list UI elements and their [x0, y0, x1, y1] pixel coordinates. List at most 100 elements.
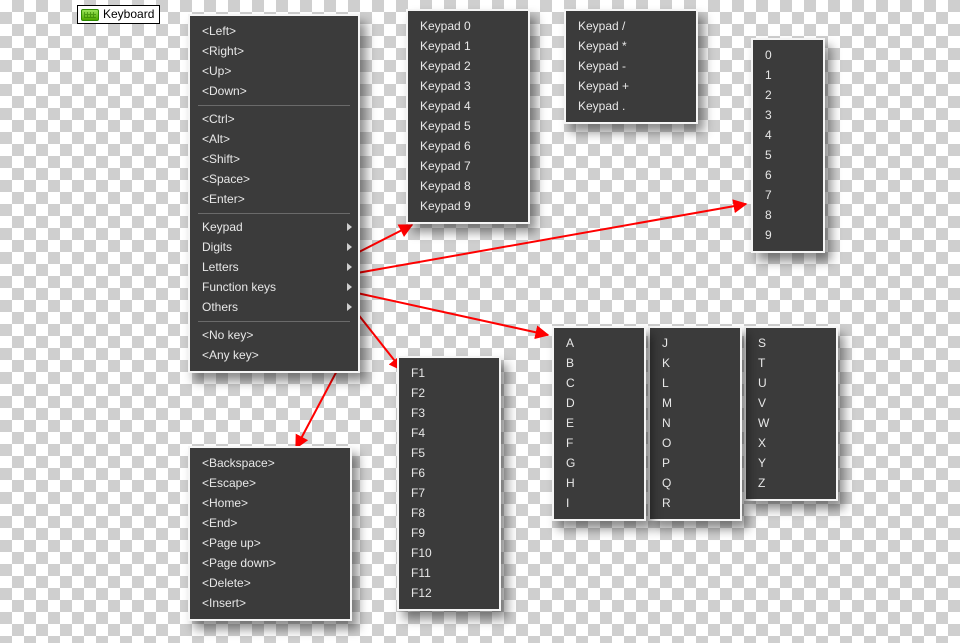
digit-2[interactable]: 2	[753, 85, 823, 105]
keypad-dot[interactable]: Keypad .	[566, 96, 696, 116]
digit-0[interactable]: 0	[753, 45, 823, 65]
letter-s[interactable]: S	[746, 333, 836, 353]
letter-k[interactable]: K	[650, 353, 740, 373]
menu-item-label: F4	[411, 426, 425, 440]
letter-i[interactable]: I	[554, 493, 644, 513]
digit-9[interactable]: 9	[753, 225, 823, 245]
menu-item-space[interactable]: <Space>	[190, 169, 358, 189]
letter-e[interactable]: E	[554, 413, 644, 433]
menu-item-shift[interactable]: <Shift>	[190, 149, 358, 169]
letter-r[interactable]: R	[650, 493, 740, 513]
menu-item-label: D	[566, 396, 575, 410]
others-submenu: <Backspace> <Escape> <Home> <End> <Page …	[188, 446, 352, 621]
letter-u[interactable]: U	[746, 373, 836, 393]
menu-item-no-key[interactable]: <No key>	[190, 325, 358, 345]
letter-c[interactable]: C	[554, 373, 644, 393]
fkey-f3[interactable]: F3	[399, 403, 499, 423]
keypad-0[interactable]: Keypad 0	[408, 16, 528, 36]
menu-item-enter[interactable]: <Enter>	[190, 189, 358, 209]
letter-g[interactable]: G	[554, 453, 644, 473]
letter-a[interactable]: A	[554, 333, 644, 353]
digit-7[interactable]: 7	[753, 185, 823, 205]
menu-item-label: F	[566, 436, 573, 450]
digit-5[interactable]: 5	[753, 145, 823, 165]
keypad-mul[interactable]: Keypad *	[566, 36, 696, 56]
letter-o[interactable]: O	[650, 433, 740, 453]
other-home[interactable]: <Home>	[190, 493, 350, 513]
letter-f[interactable]: F	[554, 433, 644, 453]
fkey-f2[interactable]: F2	[399, 383, 499, 403]
fkey-f4[interactable]: F4	[399, 423, 499, 443]
letter-p[interactable]: P	[650, 453, 740, 473]
fkey-f12[interactable]: F12	[399, 583, 499, 603]
letters-submenu-col1: A B C D E F G H I	[552, 326, 646, 521]
other-page-down[interactable]: <Page down>	[190, 553, 350, 573]
submenu-letters[interactable]: Letters	[190, 257, 358, 277]
letter-x[interactable]: X	[746, 433, 836, 453]
fkey-f6[interactable]: F6	[399, 463, 499, 483]
letter-l[interactable]: L	[650, 373, 740, 393]
menu-item-label: 3	[765, 108, 772, 122]
letter-n[interactable]: N	[650, 413, 740, 433]
digit-8[interactable]: 8	[753, 205, 823, 225]
menu-item-up[interactable]: <Up>	[190, 61, 358, 81]
keypad-add[interactable]: Keypad +	[566, 76, 696, 96]
menu-separator	[198, 213, 350, 214]
letter-b[interactable]: B	[554, 353, 644, 373]
keypad-1[interactable]: Keypad 1	[408, 36, 528, 56]
menu-item-alt[interactable]: <Alt>	[190, 129, 358, 149]
letter-y[interactable]: Y	[746, 453, 836, 473]
fkey-f5[interactable]: F5	[399, 443, 499, 463]
letter-t[interactable]: T	[746, 353, 836, 373]
menu-item-label: N	[662, 416, 671, 430]
keypad-8[interactable]: Keypad 8	[408, 176, 528, 196]
fkey-f7[interactable]: F7	[399, 483, 499, 503]
other-end[interactable]: <End>	[190, 513, 350, 533]
keypad-3[interactable]: Keypad 3	[408, 76, 528, 96]
menu-item-down[interactable]: <Down>	[190, 81, 358, 101]
menu-item-any-key[interactable]: <Any key>	[190, 345, 358, 365]
keypad-5[interactable]: Keypad 5	[408, 116, 528, 136]
letter-z[interactable]: Z	[746, 473, 836, 493]
other-backspace[interactable]: <Backspace>	[190, 453, 350, 473]
menu-item-ctrl[interactable]: <Ctrl>	[190, 109, 358, 129]
fkey-f8[interactable]: F8	[399, 503, 499, 523]
fkey-f1[interactable]: F1	[399, 363, 499, 383]
other-escape[interactable]: <Escape>	[190, 473, 350, 493]
letter-h[interactable]: H	[554, 473, 644, 493]
letter-m[interactable]: M	[650, 393, 740, 413]
menu-item-label: Keypad .	[578, 99, 625, 113]
submenu-digits[interactable]: Digits	[190, 237, 358, 257]
digit-6[interactable]: 6	[753, 165, 823, 185]
fkey-f10[interactable]: F10	[399, 543, 499, 563]
letter-w[interactable]: W	[746, 413, 836, 433]
submenu-keypad[interactable]: Keypad	[190, 217, 358, 237]
menu-item-label: M	[662, 396, 672, 410]
digit-3[interactable]: 3	[753, 105, 823, 125]
keypad-6[interactable]: Keypad 6	[408, 136, 528, 156]
keypad-7[interactable]: Keypad 7	[408, 156, 528, 176]
keypad-9[interactable]: Keypad 9	[408, 196, 528, 216]
letter-j[interactable]: J	[650, 333, 740, 353]
submenu-others[interactable]: Others	[190, 297, 358, 317]
menu-item-label: B	[566, 356, 574, 370]
other-insert[interactable]: <Insert>	[190, 593, 350, 613]
fkey-f9[interactable]: F9	[399, 523, 499, 543]
letter-v[interactable]: V	[746, 393, 836, 413]
keyboard-icon	[81, 9, 99, 21]
digit-1[interactable]: 1	[753, 65, 823, 85]
keypad-4[interactable]: Keypad 4	[408, 96, 528, 116]
letter-q[interactable]: Q	[650, 473, 740, 493]
keypad-2[interactable]: Keypad 2	[408, 56, 528, 76]
submenu-function-keys[interactable]: Function keys	[190, 277, 358, 297]
keyboard-chip[interactable]: Keyboard	[77, 5, 160, 24]
digit-4[interactable]: 4	[753, 125, 823, 145]
keypad-div[interactable]: Keypad /	[566, 16, 696, 36]
other-delete[interactable]: <Delete>	[190, 573, 350, 593]
other-page-up[interactable]: <Page up>	[190, 533, 350, 553]
menu-item-left[interactable]: <Left>	[190, 21, 358, 41]
menu-item-right[interactable]: <Right>	[190, 41, 358, 61]
fkey-f11[interactable]: F11	[399, 563, 499, 583]
keypad-sub[interactable]: Keypad -	[566, 56, 696, 76]
letter-d[interactable]: D	[554, 393, 644, 413]
